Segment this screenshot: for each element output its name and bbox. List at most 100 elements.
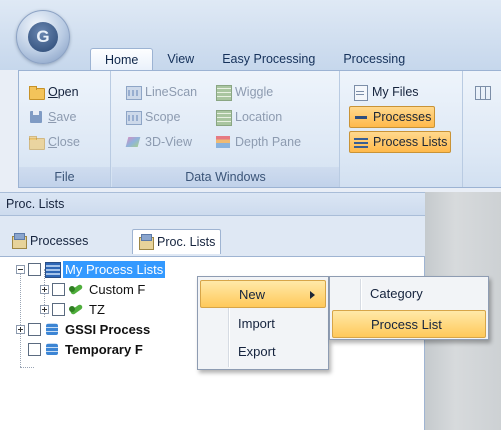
my-files-label: My Files <box>372 85 419 99</box>
processes-button[interactable]: Processes <box>349 106 436 128</box>
panes-group: My Files Processes Process Lists <box>341 71 463 187</box>
menu-item-label: Export <box>238 344 276 359</box>
3d-view-icon <box>125 134 141 150</box>
pane-title: Proc. Lists <box>0 192 425 216</box>
linescan-label: LineScan <box>145 85 198 99</box>
app-window: G Home View Easy Processing Processing O… <box>0 0 501 430</box>
tree-item-custom[interactable]: Custom F <box>40 279 147 299</box>
my-files-button[interactable]: My Files <box>349 81 422 103</box>
tree-checkbox[interactable] <box>28 342 41 356</box>
tab-home[interactable]: Home <box>90 48 154 70</box>
processes-tab-label: Processes <box>30 234 89 248</box>
tree-item-gssi[interactable]: GSSI Process <box>16 319 152 339</box>
process-lists-icon <box>353 134 369 150</box>
3d-view-label: 3D-View <box>145 135 193 149</box>
process-lists-label: Process Lists <box>373 135 448 149</box>
wiggle-icon <box>215 84 232 101</box>
my-files-icon <box>352 84 368 101</box>
tree-item-temporary[interactable]: Temporary F <box>28 339 145 359</box>
tab-processes[interactable]: Processes <box>6 229 93 253</box>
tree-line <box>20 269 21 367</box>
location-icon <box>215 109 232 126</box>
wiggle-button[interactable]: Wiggle <box>212 81 276 103</box>
processes-tab-icon <box>11 233 27 249</box>
tree-item-tz[interactable]: TZ <box>40 299 107 319</box>
tab-easy-processing[interactable]: Easy Processing <box>208 48 329 70</box>
context-menu: New Import Export <box>197 276 329 370</box>
open-button[interactable]: Open <box>25 81 82 103</box>
menu-item-export[interactable]: Export <box>200 338 326 366</box>
menu-item-new[interactable]: New <box>200 280 326 308</box>
3d-view-button[interactable]: 3D-View <box>122 131 195 153</box>
green-category-icon <box>68 281 84 297</box>
tab-proc-lists[interactable]: Proc. Lists <box>132 229 222 254</box>
menu-item-import[interactable]: Import <box>200 310 326 338</box>
proc-lists-tab-icon <box>138 234 154 250</box>
wiggle-label: Wiggle <box>235 85 274 99</box>
expand-toggle[interactable] <box>40 304 49 314</box>
open-folder-icon <box>28 84 45 100</box>
menu-item-label: Import <box>238 316 275 331</box>
location-label: Location <box>235 110 283 124</box>
save-label: Save <box>48 110 77 124</box>
tab-processing[interactable]: Processing <box>329 48 419 70</box>
process-stack-icon <box>44 321 60 337</box>
title-bar: G Home View Easy Processing Processing <box>0 0 501 70</box>
process-stack-icon <box>44 341 60 357</box>
tree-item-my-process-lists[interactable]: My Process Lists <box>16 259 166 279</box>
menu-item-label: New <box>239 287 266 302</box>
open-label: Open <box>48 85 79 99</box>
data-windows-group: LineScan Scope 3D-View Wiggle Location D… <box>112 71 340 187</box>
submenu-arrow-icon <box>310 291 315 299</box>
menu-item-label: Process List <box>371 317 442 332</box>
location-button[interactable]: Location <box>212 106 285 128</box>
tree-line <box>20 367 34 368</box>
tab-view[interactable]: View <box>153 48 208 70</box>
close-button[interactable]: Close <box>25 131 83 153</box>
depth-pane-button[interactable]: Depth Pane <box>212 131 304 153</box>
expand-toggle[interactable] <box>40 284 49 294</box>
process-lists-button[interactable]: Process Lists <box>349 131 452 153</box>
save-button[interactable]: Save <box>25 106 80 128</box>
depth-pane-icon <box>215 134 231 150</box>
table-button[interactable] <box>471 81 493 103</box>
file-group: Open Save Close File <box>19 71 111 187</box>
tree-checkbox[interactable] <box>28 322 41 336</box>
close-label: Close <box>48 135 80 149</box>
menu-item-process-list[interactable]: Process List <box>332 310 486 338</box>
data-windows-group-label: Data Windows <box>112 167 339 187</box>
scope-button[interactable]: Scope <box>122 106 183 128</box>
tree-checkbox[interactable] <box>28 262 41 276</box>
green-category-icon <box>68 301 84 317</box>
app-logo-icon: G <box>28 22 58 52</box>
menu-item-label: Category <box>370 286 423 301</box>
tree-item-label: TZ <box>89 301 105 317</box>
processes-icon <box>353 109 369 125</box>
ribbon-tabs: Home View Easy Processing Processing <box>90 48 419 70</box>
tree-checkbox[interactable] <box>52 302 65 316</box>
pane-tab-strip: Processes Proc. Lists <box>0 216 425 256</box>
processes-label: Processes <box>373 110 432 124</box>
linescan-icon <box>125 84 142 100</box>
linescan-button[interactable]: LineScan <box>122 81 200 103</box>
file-group-label: File <box>19 167 110 187</box>
process-lists-folder-icon <box>44 261 61 278</box>
app-menu-button[interactable]: G <box>16 10 70 64</box>
tree-item-label: Custom F <box>89 281 146 297</box>
save-disk-icon <box>28 109 44 125</box>
collapse-toggle[interactable] <box>16 264 25 274</box>
expand-toggle[interactable] <box>16 324 25 334</box>
scope-label: Scope <box>145 110 181 124</box>
tree-checkbox[interactable] <box>52 282 65 296</box>
proc-lists-tab-label: Proc. Lists <box>157 235 216 249</box>
scope-icon <box>125 109 142 125</box>
close-folder-icon <box>28 134 45 150</box>
new-submenu: Category Process List <box>329 276 489 340</box>
tree-item-label: Temporary F <box>65 341 143 357</box>
menu-item-category[interactable]: Category <box>332 280 486 308</box>
depth-pane-label: Depth Pane <box>235 135 302 149</box>
tree-item-label: My Process Lists <box>63 260 166 278</box>
tree-item-label: GSSI Process <box>65 321 151 337</box>
table-icon <box>474 84 491 100</box>
ribbon: Open Save Close File LineScan Scope 3D-V… <box>18 70 501 188</box>
